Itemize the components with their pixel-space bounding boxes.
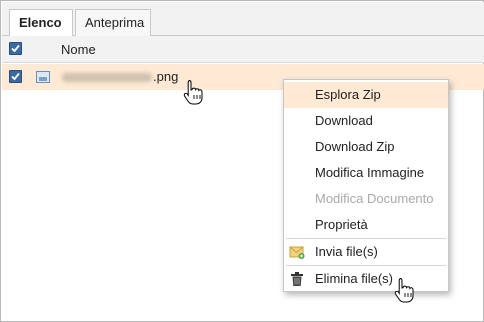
column-header-nome[interactable]: Nome xyxy=(61,42,96,57)
checkmark-icon xyxy=(11,72,20,81)
menu-item-esplora-zip[interactable]: Esplora Zip xyxy=(284,82,448,108)
hand-cursor-icon xyxy=(394,278,414,303)
tab-elenco[interactable]: Elenco xyxy=(9,9,73,37)
checkmark-icon xyxy=(11,44,20,53)
send-file-icon xyxy=(289,246,305,259)
menu-item-label: Invia file(s) xyxy=(315,244,378,259)
tab-bar: Elenco Anteprima xyxy=(2,2,484,37)
image-file-icon xyxy=(36,71,50,83)
tab-anteprima[interactable]: Anteprima xyxy=(75,9,151,37)
context-menu: Esplora Zip Download Download Zip Modifi… xyxy=(283,79,449,292)
trash-icon xyxy=(291,272,303,286)
table-header: Nome xyxy=(2,36,484,63)
file-extension[interactable]: .png xyxy=(153,69,178,84)
row-checkbox[interactable] xyxy=(9,70,22,83)
menu-item-label: Elimina file(s) xyxy=(315,271,394,286)
menu-item-proprieta[interactable]: Proprietà xyxy=(284,212,448,238)
menu-item-download[interactable]: Download xyxy=(284,108,448,134)
menu-item-invia-file[interactable]: Invia file(s) xyxy=(284,239,448,265)
select-all-checkbox[interactable] xyxy=(9,42,22,55)
menu-item-elimina-file[interactable]: Elimina file(s) xyxy=(284,266,448,292)
menu-item-modifica-documento: Modifica Documento xyxy=(315,191,434,206)
hand-cursor-icon xyxy=(183,80,203,105)
menu-item-modifica-immagine[interactable]: Modifica Immagine xyxy=(284,160,448,186)
blurred-filename xyxy=(62,73,152,82)
menu-item-download-zip[interactable]: Download Zip xyxy=(284,134,448,160)
file-browser-window: Elenco Anteprima Nome .png Esplora Zip D… xyxy=(0,0,484,322)
